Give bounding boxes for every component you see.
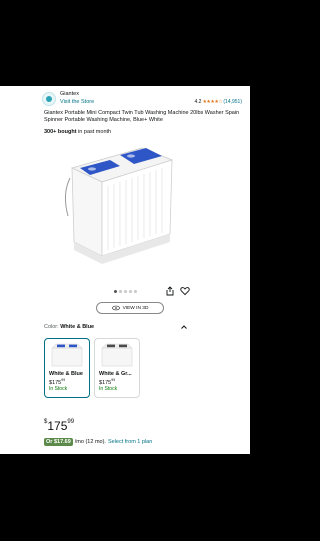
select-plan-link[interactable]: Select from 1 plan	[108, 439, 152, 445]
visit-store-link[interactable]: Visit the Store	[60, 99, 94, 105]
view-in-3d-label: VIEW IN 3D	[122, 305, 149, 311]
rating-summary[interactable]: 4.2 ★★★★☆ (14,951)	[195, 99, 243, 105]
variant-white-blue[interactable]: White & Blue $17599 In Stock	[44, 338, 90, 398]
bought-count-rest: in past month	[76, 129, 112, 135]
rating-value: 4.2	[194, 99, 202, 105]
bought-count: 300+ bought in past month	[44, 129, 111, 135]
gallery-dots[interactable]	[114, 290, 137, 293]
bought-count-bold: 300+ bought	[44, 129, 77, 135]
color-variants: White & Blue $17599 In Stock White & Gr.…	[44, 338, 140, 398]
price-whole: 175	[47, 419, 68, 433]
color-selected-value: White & Blue	[60, 324, 95, 330]
product-page: Giantex Visit the Store 4.2 ★★★★☆ (14,95…	[0, 86, 250, 454]
view-in-3d-button[interactable]: VIEW IN 3D	[96, 302, 164, 314]
gallery-dot[interactable]	[129, 290, 132, 293]
store-logo-icon[interactable]	[42, 92, 56, 106]
monthly-price-badge: Or $17.69	[44, 438, 73, 446]
cube-3d-icon	[111, 305, 120, 311]
variant-thumbnail	[51, 343, 83, 367]
variant-stock: In Stock	[99, 386, 118, 392]
variant-price-fraction: 99	[61, 378, 66, 382]
chevron-up-icon[interactable]	[180, 323, 188, 331]
gallery-dot[interactable]	[124, 290, 127, 293]
product-title: Giantex Portable Mini Compact Twin Tub W…	[44, 110, 240, 123]
gallery-dot[interactable]	[119, 290, 122, 293]
variant-thumbnail	[101, 343, 133, 367]
monthly-payment: Or $17.69 /mo (12 mo). Select from 1 pla…	[44, 438, 152, 446]
product-image[interactable]	[58, 138, 182, 264]
variant-name: White & Blue	[49, 371, 83, 377]
price-currency: $	[44, 419, 48, 425]
variant-stock: In Stock	[49, 386, 68, 392]
variant-white-gray[interactable]: White & Gr... $17599 In Stock	[94, 338, 140, 398]
gallery-dot[interactable]	[134, 290, 137, 293]
variant-price-whole: 175	[102, 379, 112, 386]
variant-price: $17599	[49, 378, 66, 386]
variant-price-whole: 175	[52, 379, 62, 386]
share-icon[interactable]	[165, 286, 175, 296]
rating-count[interactable]: (14,951)	[223, 99, 242, 105]
variant-name: White & Gr...	[99, 371, 132, 377]
variant-price-fraction: 99	[111, 378, 116, 382]
price-fraction: 99	[67, 419, 75, 425]
variant-price: $17599	[99, 378, 116, 386]
color-selector-header[interactable]: Color: White & Blue	[44, 324, 192, 334]
color-label: Color:	[44, 324, 59, 330]
gallery-dot[interactable]	[114, 290, 117, 293]
price: $17599	[44, 419, 74, 433]
store-name: Giantex	[60, 91, 79, 97]
brand-row: Giantex Visit the Store 4.2 ★★★★☆ (14,95…	[42, 90, 244, 108]
star-rating-icon: ★★★★☆	[202, 99, 223, 105]
heart-icon[interactable]	[180, 286, 190, 296]
monthly-term: /mo (12 mo).	[74, 439, 106, 445]
